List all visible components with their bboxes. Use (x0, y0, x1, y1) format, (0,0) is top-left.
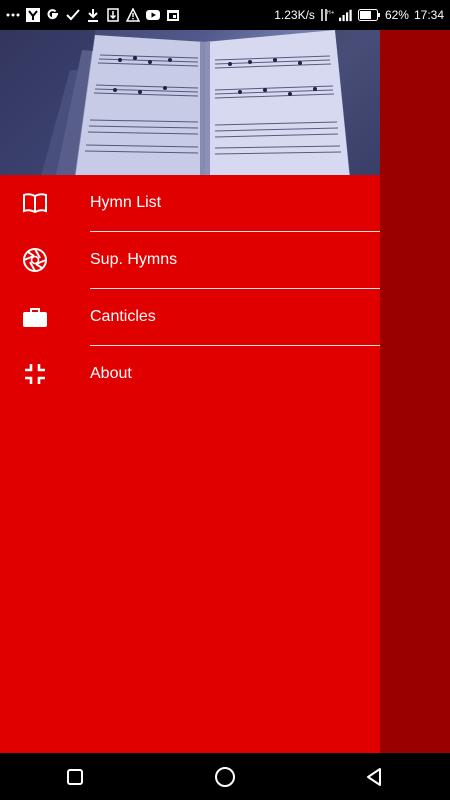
check-icon (66, 8, 80, 22)
status-notifications (6, 8, 180, 22)
aperture-icon (22, 247, 48, 273)
menu-item-canticles[interactable]: Canticles (0, 289, 380, 345)
signal-icon (338, 8, 353, 22)
briefcase-icon (22, 304, 48, 330)
menu-item-sup-hymns[interactable]: Sup. Hymns (0, 232, 380, 288)
mobile-data-icon: H+ (320, 8, 334, 22)
menu-item-hymn-list[interactable]: Hymn List (0, 175, 380, 231)
battery-icon (357, 8, 380, 22)
drawer-header (0, 30, 380, 175)
circle-icon (215, 766, 235, 787)
status-bar: 1.23K/s H+ 62% 17:34 (0, 0, 450, 30)
warning-icon (126, 8, 140, 22)
download-icon (86, 8, 100, 22)
open-hymn-book-image (0, 30, 380, 175)
menu-item-about[interactable]: About (0, 346, 380, 402)
network-speed: 1.23K/s (274, 8, 315, 22)
youtube-icon (146, 8, 160, 22)
status-system: 1.23K/s H+ 62% 17:34 (274, 8, 444, 22)
back-button[interactable] (355, 757, 395, 797)
recents-button[interactable] (55, 757, 95, 797)
menu-item-label: About (90, 365, 132, 382)
home-button[interactable] (205, 757, 245, 797)
svg-text:H+: H+ (327, 10, 334, 16)
clock: 17:34 (413, 8, 444, 22)
yahoo-icon (26, 8, 40, 22)
sd-download-icon (106, 8, 120, 22)
google-icon (46, 8, 60, 22)
book-icon (22, 190, 48, 216)
drawer-menu: Hymn List Sup. Hymns Canticles About (0, 175, 380, 402)
square-icon (67, 768, 83, 785)
menu-item-label: Hymn List (90, 194, 162, 211)
system-nav-bar (0, 753, 450, 800)
menu-item-label: Canticles (90, 308, 156, 325)
triangle-back-icon (367, 767, 381, 786)
battery-percent: 62% (384, 8, 409, 22)
navigation-drawer: Hymn List Sup. Hymns Canticles About (0, 30, 380, 753)
menu-item-label: Sup. Hymns (90, 251, 178, 268)
fullscreen-exit-icon (22, 361, 48, 387)
calendar-icon (166, 8, 180, 22)
overflow-dots-icon (6, 8, 20, 22)
